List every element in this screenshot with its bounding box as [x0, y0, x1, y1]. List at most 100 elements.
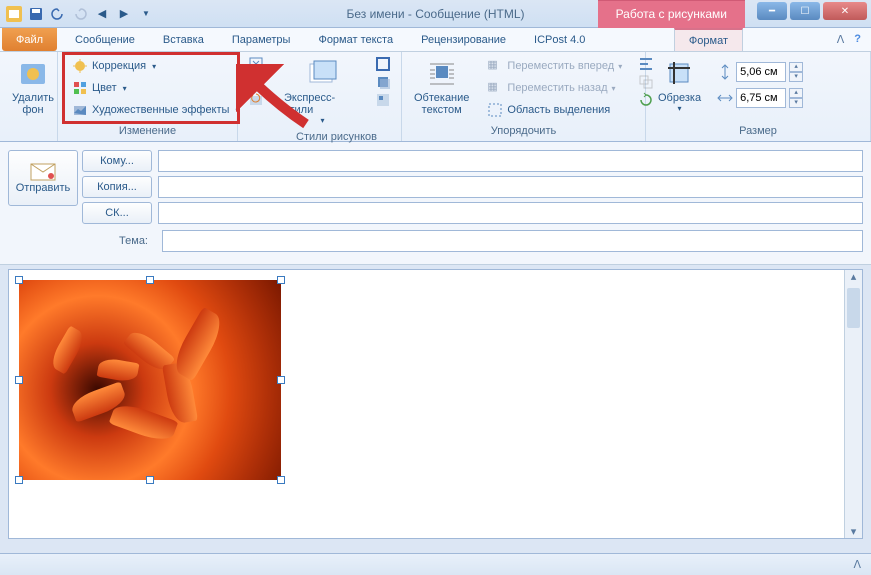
bcc-button[interactable]: СК... — [82, 202, 152, 224]
send-label: Отправить — [16, 182, 71, 194]
resize-handle-se[interactable] — [277, 476, 285, 484]
height-input[interactable] — [736, 62, 786, 82]
selection-label: Область выделения — [507, 104, 610, 116]
height-spinner[interactable]: ▴▾ — [789, 62, 803, 82]
cc-button[interactable]: Копия... — [82, 176, 152, 198]
remove-background-button[interactable]: Удалить фон — [6, 54, 60, 120]
compose-header: Отправить Кому... Копия... СК... Тема: — [0, 142, 871, 265]
qat-dropdown-icon[interactable]: ▼ — [138, 6, 154, 22]
window-title: Без имени - Сообщение (HTML) — [346, 7, 524, 21]
minimize-button[interactable]: ━ — [757, 2, 787, 20]
layout-icon[interactable] — [375, 92, 391, 108]
message-body[interactable]: ▴ ▾ — [8, 269, 863, 539]
width-input[interactable] — [736, 88, 786, 108]
status-bar: ᐱ — [0, 553, 871, 575]
tab-review[interactable]: Рецензирование — [407, 28, 520, 51]
close-button[interactable]: ✕ — [823, 2, 867, 20]
save-icon[interactable] — [28, 6, 44, 22]
send-backward-button[interactable]: ▦Переместить назад▾ — [483, 78, 626, 98]
help-icon[interactable]: ? — [854, 33, 861, 46]
crop-icon — [664, 58, 696, 90]
resize-handle-e[interactable] — [277, 376, 285, 384]
selection-pane-button[interactable]: Область выделения — [483, 100, 626, 120]
group-styles: Экспресс-стили▾ Стили рисунков — [272, 52, 402, 141]
tab-format[interactable]: Формат — [674, 28, 743, 51]
scrollbar-thumb[interactable] — [847, 288, 860, 328]
crop-label: Обрезка — [658, 92, 701, 104]
tab-options[interactable]: Параметры — [218, 28, 305, 51]
wrap-text-button[interactable]: Обтекание текстом — [408, 54, 475, 120]
resize-handle-n[interactable] — [146, 276, 154, 284]
reset-picture-icon[interactable] — [248, 92, 264, 108]
quick-styles-label: Экспресс-стили — [284, 92, 361, 116]
resize-handle-nw[interactable] — [15, 276, 23, 284]
width-icon — [717, 90, 733, 106]
next-icon[interactable]: ▶ — [116, 6, 132, 22]
bring-forward-button[interactable]: ▦Переместить вперед▾ — [483, 56, 626, 76]
color-button[interactable]: Цвет▾ — [68, 78, 243, 98]
forward-icon: ▦ — [487, 58, 503, 74]
to-button[interactable]: Кому... — [82, 150, 152, 172]
maximize-button[interactable]: ☐ — [790, 2, 820, 20]
ribbon-tabs: Файл Сообщение Вставка Параметры Формат … — [0, 28, 871, 52]
statusbar-caret-icon[interactable]: ᐱ — [853, 558, 861, 571]
width-spinner[interactable]: ▴▾ — [789, 88, 803, 108]
height-icon — [717, 64, 733, 80]
effects-icon[interactable] — [375, 74, 391, 90]
cc-input[interactable] — [158, 176, 863, 198]
backward-label: Переместить назад — [507, 82, 607, 94]
undo-icon[interactable] — [50, 6, 66, 22]
arrange-group-label: Упорядочить — [408, 123, 639, 139]
bcc-input[interactable] — [158, 202, 863, 224]
tab-message[interactable]: Сообщение — [61, 28, 149, 51]
to-input[interactable] — [158, 150, 863, 172]
group-adjust: Коррекция▾ Цвет▾ Художественные эффекты▾… — [58, 52, 238, 141]
ribbon: Удалить фон Коррекция▾ Цвет▾ Художествен… — [0, 52, 871, 142]
quick-styles-button[interactable]: Экспресс-стили▾ — [278, 54, 367, 129]
artistic-label: Художественные эффекты — [92, 104, 229, 116]
group-size: Обрезка▾ ▴▾ ▴▾ Размер — [646, 52, 871, 141]
prev-icon[interactable]: ◀ — [94, 6, 110, 22]
quick-access-toolbar: ◀ ▶ ▼ — [0, 6, 154, 22]
redo-icon[interactable] — [72, 6, 88, 22]
selection-icon — [487, 102, 503, 118]
remove-bg-label: Удалить фон — [12, 92, 54, 116]
corrections-label: Коррекция — [92, 60, 146, 72]
corrections-icon — [72, 58, 88, 74]
title-bar: ◀ ▶ ▼ Без имени - Сообщение (HTML) Работ… — [0, 0, 871, 28]
selected-image[interactable] — [19, 280, 281, 480]
resize-handle-w[interactable] — [15, 376, 23, 384]
color-label: Цвет — [92, 82, 117, 94]
send-button[interactable]: Отправить — [8, 150, 78, 206]
ribbon-collapse-icon[interactable]: ᐱ — [837, 33, 845, 46]
rotate-handle[interactable] — [145, 269, 155, 270]
send-icon — [29, 162, 57, 182]
border-icon[interactable] — [375, 56, 391, 72]
app-icon — [6, 6, 22, 22]
group-arrange: Обтекание текстом ▦Переместить вперед▾ ▦… — [402, 52, 646, 141]
crop-button[interactable]: Обрезка▾ — [652, 54, 707, 117]
window-buttons: ━ ☐ ✕ — [757, 2, 867, 20]
resize-handle-sw[interactable] — [15, 476, 23, 484]
resize-handle-s[interactable] — [146, 476, 154, 484]
contextual-tab-label: Работа с рисунками — [598, 0, 745, 28]
styles-group-label: Стили рисунков — [278, 129, 395, 145]
vertical-scrollbar[interactable]: ▴ ▾ — [844, 270, 862, 538]
adjust-group-label: Изменение — [64, 123, 231, 139]
tab-icpost[interactable]: ICPost 4.0 — [520, 28, 599, 51]
tab-format-text[interactable]: Формат текста — [304, 28, 407, 51]
tab-insert[interactable]: Вставка — [149, 28, 218, 51]
tab-file[interactable]: Файл — [2, 28, 57, 51]
compress-icon[interactable] — [248, 56, 264, 72]
color-icon — [72, 80, 88, 96]
remove-bg-icon — [17, 58, 49, 90]
change-picture-icon[interactable] — [248, 74, 264, 90]
resize-handle-ne[interactable] — [277, 276, 285, 284]
subject-input[interactable] — [162, 230, 863, 252]
forward-label: Переместить вперед — [507, 60, 614, 72]
corrections-button[interactable]: Коррекция▾ — [68, 56, 243, 76]
group-adjust-extra — [238, 52, 272, 141]
artistic-effects-button[interactable]: Художественные эффекты▾ — [68, 100, 243, 120]
group-remove-bg: Удалить фон — [0, 52, 58, 141]
wrap-text-icon — [426, 58, 458, 90]
